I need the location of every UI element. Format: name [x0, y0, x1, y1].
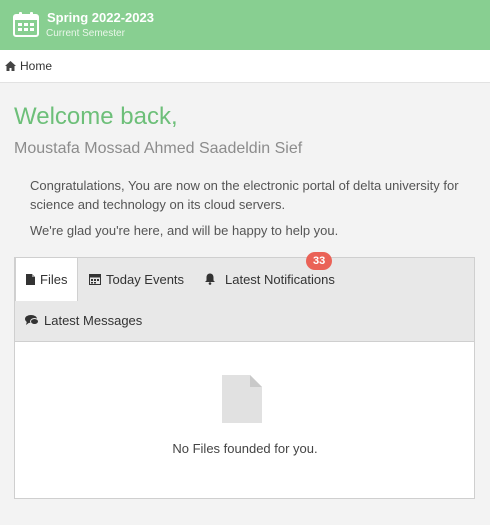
semester-subtitle: Current Semester: [46, 28, 125, 39]
semester-title: Spring 2022-2023: [47, 10, 154, 25]
welcome-message-2: We're glad you're here, and will be happ…: [30, 223, 339, 238]
notifications-count-badge: 33: [306, 252, 333, 270]
tab-latest-messages-label: Latest Messages: [44, 312, 143, 328]
calendar-icon: [89, 274, 101, 285]
bell-icon: [205, 273, 215, 285]
file-icon: [222, 375, 262, 423]
breadcrumb: Home: [0, 50, 490, 83]
home-icon: [5, 61, 16, 71]
tab-bar: Files Today Events Latest Notifications …: [14, 257, 475, 342]
tab-today-events-label: Today Events: [106, 271, 185, 287]
tab-today-events[interactable]: Today Events: [89, 258, 184, 300]
tab-files[interactable]: Files: [15, 258, 79, 301]
tab-latest-notifications-label: Latest Notifications: [225, 271, 335, 287]
no-files-message: No Files founded for you.: [172, 441, 318, 456]
breadcrumb-home-link[interactable]: Home: [20, 59, 52, 73]
file-icon: [26, 274, 35, 285]
calendar-icon: [13, 12, 39, 37]
welcome-message: Congratulations, You are now on the elec…: [30, 178, 459, 212]
user-name: Moustafa Mossad Ahmed Saadeldin Sief: [14, 140, 303, 157]
welcome-heading: Welcome back,: [14, 103, 178, 130]
tab-latest-messages[interactable]: Latest Messages: [25, 299, 142, 341]
chat-icon: [25, 314, 39, 325]
semester-header: Spring 2022-2023 Current Semester: [0, 0, 490, 50]
tab-files-label: Files: [40, 272, 68, 287]
